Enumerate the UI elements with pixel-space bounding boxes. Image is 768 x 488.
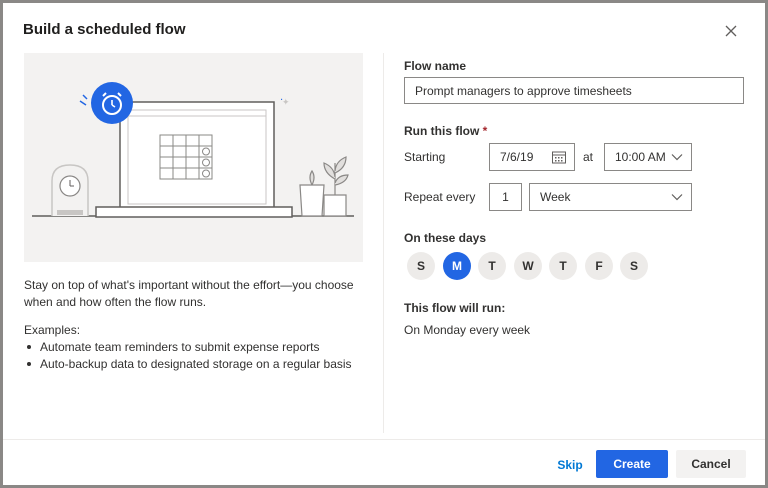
flow-name-value: Prompt managers to approve timesheets — [415, 83, 632, 98]
day-saturday[interactable]: S — [620, 252, 648, 280]
day-tuesday[interactable]: T — [478, 252, 506, 280]
repeat-every-label: Repeat every — [404, 190, 476, 204]
list-item: Automate team reminders to submit expens… — [24, 339, 352, 356]
close-button[interactable] — [721, 21, 741, 41]
alarm-clock-icon — [79, 82, 133, 124]
chevron-down-icon — [671, 154, 683, 161]
laptop-icon — [95, 101, 293, 218]
required-mark: * — [482, 124, 488, 138]
flow-name-label: Flow name — [404, 59, 467, 73]
day-friday[interactable]: F — [585, 252, 613, 280]
examples-list: Automate team reminders to submit expens… — [24, 339, 352, 373]
start-date-value: 7/6/19 — [500, 150, 534, 164]
list-item: Auto-backup data to designated storage o… — [24, 356, 352, 373]
flow-description: Stay on top of what's important without … — [24, 278, 354, 309]
summary-value: On Monday every week — [404, 323, 531, 337]
repeat-interval-value: 1 — [502, 190, 509, 204]
start-time-dropdown[interactable]: 10:00 AM — [604, 143, 692, 171]
start-date-picker[interactable]: 7/6/19 — [489, 143, 575, 171]
desk-clock-icon — [51, 164, 89, 216]
summary-label: This flow will run: — [404, 301, 506, 315]
day-sunday[interactable]: S — [407, 252, 435, 280]
footer-divider — [3, 439, 765, 440]
column-divider — [383, 53, 384, 433]
starting-label: Starting — [404, 150, 446, 164]
scheduled-flow-dialog: Build a scheduled flow · ✦ Stay on top o… — [2, 2, 766, 486]
repeat-interval-input[interactable]: 1 — [489, 183, 522, 211]
calendar-icon — [552, 151, 566, 164]
day-wednesday[interactable]: W — [514, 252, 542, 280]
examples-heading: Examples: — [24, 323, 81, 337]
run-flow-label: Run this flow * — [404, 124, 488, 138]
plant-icon — [299, 156, 349, 217]
skip-button[interactable]: Skip — [552, 451, 588, 479]
day-monday[interactable]: M — [443, 252, 471, 280]
start-time-value: 10:00 AM — [615, 150, 666, 164]
create-button[interactable]: Create — [596, 450, 668, 478]
cancel-button[interactable]: Cancel — [676, 450, 746, 478]
repeat-unit-dropdown[interactable]: Week — [529, 183, 692, 211]
chevron-down-icon — [671, 194, 683, 201]
days-label: On these days — [404, 231, 487, 245]
at-label: at — [583, 150, 594, 164]
dialog-title: Build a scheduled flow — [23, 21, 186, 38]
close-icon — [725, 25, 737, 37]
repeat-unit-value: Week — [540, 190, 571, 204]
illustration-panel: · ✦ — [24, 53, 363, 262]
svg-text:✦: ✦ — [282, 98, 290, 108]
flow-name-input[interactable]: Prompt managers to approve timesheets — [404, 77, 744, 104]
day-thursday[interactable]: T — [549, 252, 577, 280]
